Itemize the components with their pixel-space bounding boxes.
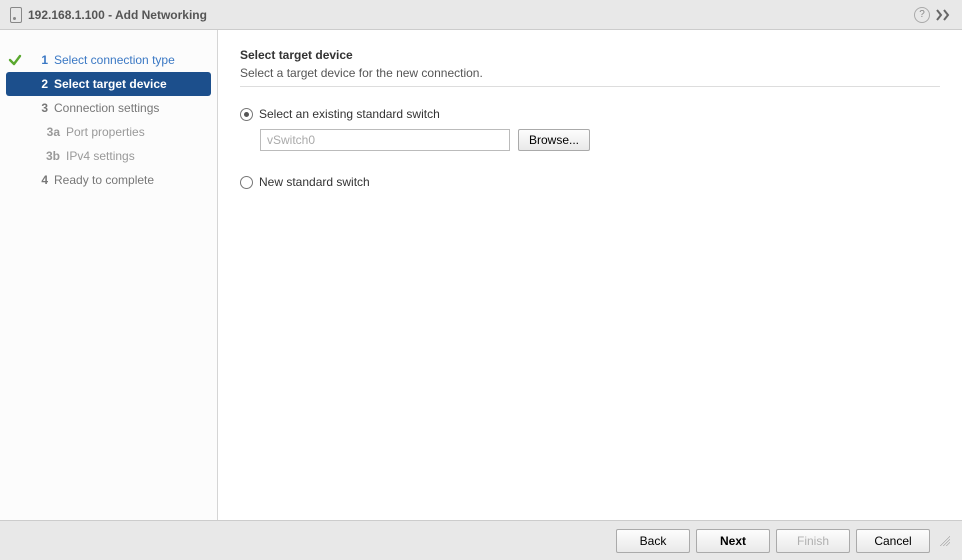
step-label: Ready to complete xyxy=(54,173,154,187)
existing-switch-input-row: vSwitch0 Browse... xyxy=(260,129,940,151)
step-number: 3 xyxy=(28,101,48,115)
step-connection-settings: 3 Connection settings xyxy=(0,96,217,120)
cancel-button[interactable]: Cancel xyxy=(856,529,930,553)
radio-new[interactable] xyxy=(240,176,253,189)
expand-icon[interactable] xyxy=(936,9,952,21)
step-connection-type[interactable]: 1 Select connection type xyxy=(0,48,217,72)
resize-grip-icon[interactable] xyxy=(940,536,950,546)
option-new-label: New standard switch xyxy=(259,175,370,189)
dialog-title: 192.168.1.100 - Add Networking xyxy=(28,8,908,22)
wizard-sidebar: 1 Select connection type 2 Select target… xyxy=(0,30,218,520)
step-number: 3a xyxy=(28,125,60,139)
step-label: Select target device xyxy=(54,77,167,91)
dialog-body: 1 Select connection type 2 Select target… xyxy=(0,30,962,520)
host-icon xyxy=(10,7,22,23)
substep-ipv4-settings: 3b IPv4 settings xyxy=(0,144,217,168)
step-target-device[interactable]: 2 Select target device xyxy=(6,72,211,96)
option-new-switch[interactable]: New standard switch xyxy=(240,175,940,189)
content-subtitle: Select a target device for the new conne… xyxy=(240,66,940,80)
help-icon[interactable]: ? xyxy=(914,7,930,23)
step-label: IPv4 settings xyxy=(66,149,135,163)
next-button[interactable]: Next xyxy=(696,529,770,553)
substep-port-properties: 3a Port properties xyxy=(0,120,217,144)
wizard-content: Select target device Select a target dev… xyxy=(218,30,962,520)
back-button[interactable]: Back xyxy=(616,529,690,553)
step-number: 3b xyxy=(28,149,60,163)
divider xyxy=(240,86,940,87)
dialog-header: 192.168.1.100 - Add Networking ? xyxy=(0,0,962,30)
switch-name-input[interactable]: vSwitch0 xyxy=(260,129,510,151)
step-label: Port properties xyxy=(66,125,145,139)
step-number: 4 xyxy=(28,173,48,187)
step-number: 1 xyxy=(28,53,48,67)
step-ready-complete: 4 Ready to complete xyxy=(0,168,217,192)
radio-existing[interactable] xyxy=(240,108,253,121)
dialog-footer: Back Next Finish Cancel xyxy=(0,520,962,560)
option-existing-switch[interactable]: Select an existing standard switch xyxy=(240,107,940,121)
finish-button: Finish xyxy=(776,529,850,553)
step-number: 2 xyxy=(28,77,48,91)
step-label: Connection settings xyxy=(54,101,159,115)
browse-button[interactable]: Browse... xyxy=(518,129,590,151)
option-existing-label: Select an existing standard switch xyxy=(259,107,440,121)
step-label: Select connection type xyxy=(54,53,175,67)
content-title: Select target device xyxy=(240,48,940,62)
checkmark-icon xyxy=(6,53,24,67)
